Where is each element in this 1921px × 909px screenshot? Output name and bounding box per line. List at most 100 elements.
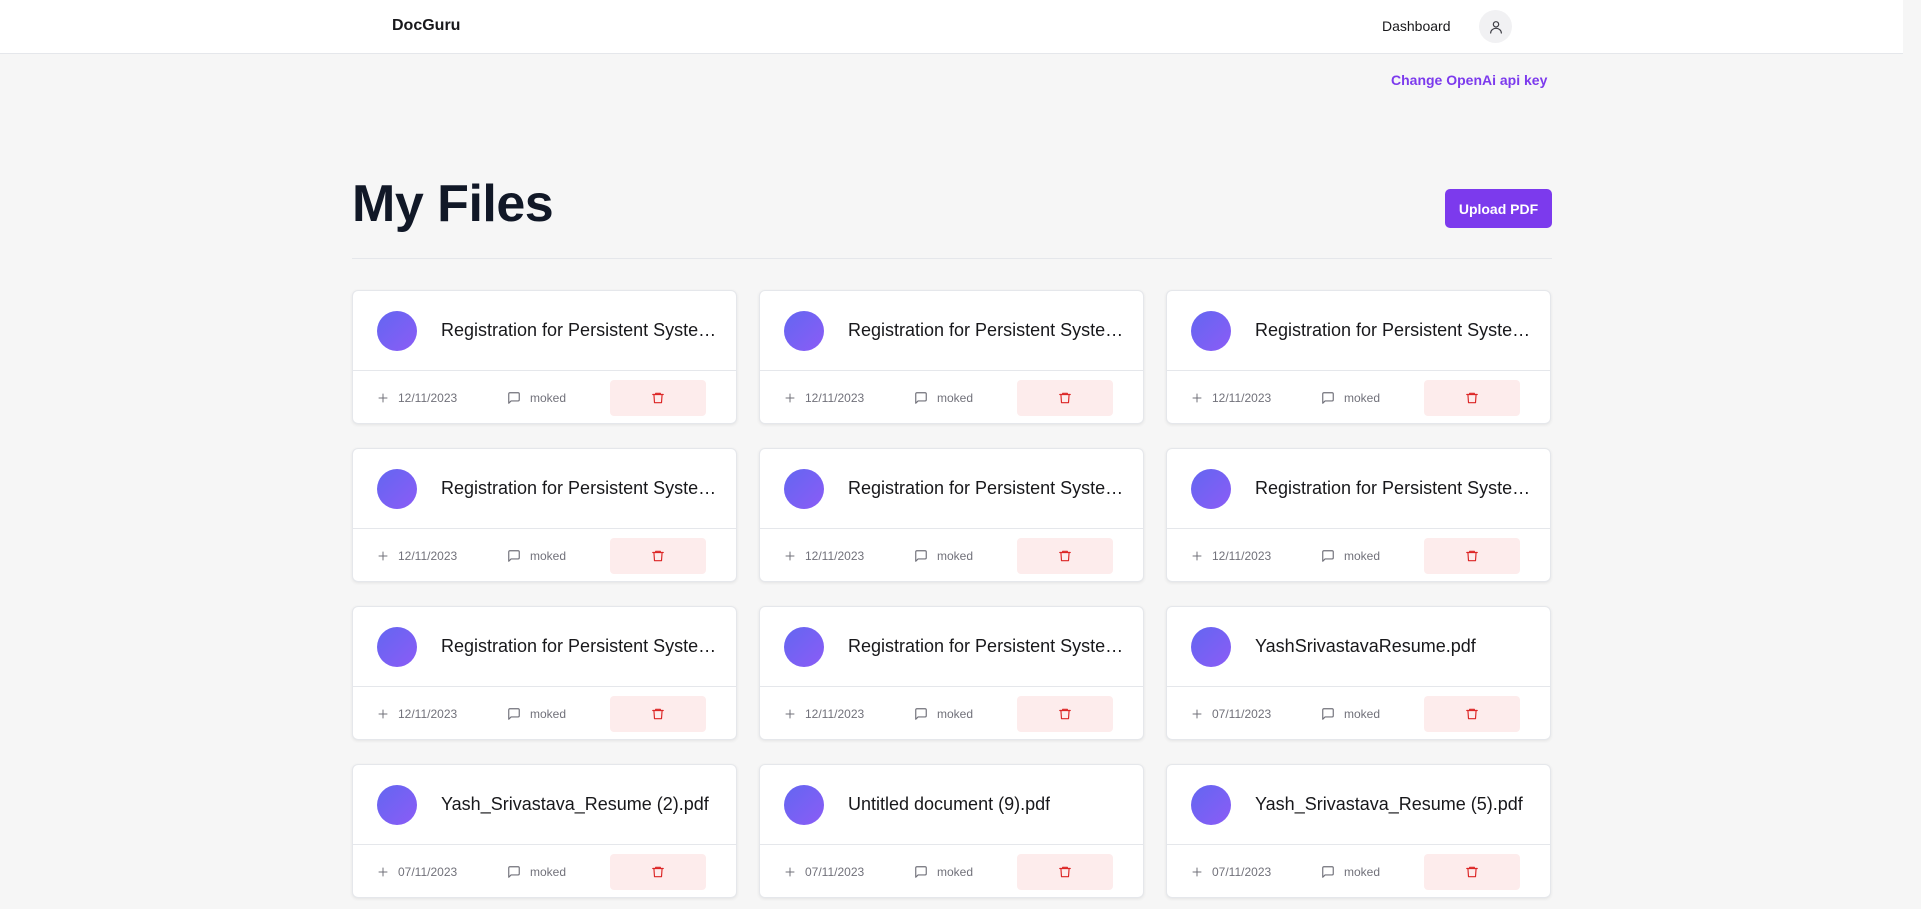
delete-file-button[interactable]: [610, 379, 706, 416]
file-card[interactable]: Registration for Persistent Systems.pdf …: [1166, 448, 1551, 582]
delete-file-button[interactable]: [1017, 379, 1113, 416]
plus-icon: [784, 392, 796, 404]
plus-icon: [784, 866, 796, 878]
message-square-icon: [914, 707, 928, 721]
dashboard-link[interactable]: Dashboard: [1382, 18, 1451, 34]
file-date-text: 12/11/2023: [1212, 390, 1272, 405]
file-card-footer: 12/11/2023 moked: [1167, 371, 1550, 423]
file-date: 12/11/2023: [1191, 549, 1321, 563]
file-avatar: [784, 784, 824, 825]
file-card[interactable]: YashSrivastavaResume.pdf 07/11/2023 moke…: [1166, 606, 1551, 740]
file-card[interactable]: Registration for Persistent Systems.pdf …: [352, 448, 737, 582]
message-square-icon: [507, 865, 521, 879]
file-chat-text: moked: [530, 548, 567, 563]
file-chat: moked: [507, 865, 610, 879]
delete-file-button[interactable]: [1424, 379, 1520, 416]
brand-logo-text[interactable]: DocGuru: [392, 17, 460, 35]
delete-file-button[interactable]: [1424, 537, 1520, 574]
delete-file-button[interactable]: [1424, 695, 1520, 732]
file-card-header[interactable]: Registration for Persistent Systems.pdf: [760, 449, 1143, 529]
message-square-icon: [1321, 391, 1335, 405]
file-card-header[interactable]: Registration for Persistent Systems.pdf: [760, 291, 1143, 371]
file-card-header[interactable]: Registration for Persistent Systems.pdf: [353, 449, 736, 529]
file-name[interactable]: Registration for Persistent Systems.pdf: [441, 636, 723, 657]
user-avatar-button[interactable]: [1479, 10, 1512, 43]
file-grid: Registration for Persistent Systems.pdf …: [352, 290, 1552, 898]
delete-file-button[interactable]: [1017, 853, 1113, 890]
file-avatar: [784, 310, 824, 351]
file-card-header[interactable]: Yash_Srivastava_Resume (5).pdf: [1167, 765, 1550, 845]
file-date-text: 12/11/2023: [805, 706, 865, 721]
plus-icon: [1191, 708, 1203, 720]
message-square-icon: [507, 707, 521, 721]
file-card-header[interactable]: Registration for Persistent Systems.pdf: [1167, 449, 1550, 529]
file-card-header[interactable]: Yash_Srivastava_Resume (2).pdf: [353, 765, 736, 845]
file-card[interactable]: Yash_Srivastava_Resume (5).pdf 07/11/202…: [1166, 764, 1551, 898]
file-chat: moked: [507, 707, 610, 721]
file-date: 12/11/2023: [784, 549, 914, 563]
delete-file-button[interactable]: [610, 695, 706, 732]
plus-icon: [377, 866, 389, 878]
file-card[interactable]: Registration for Persistent Systems.pdf …: [759, 606, 1144, 740]
file-name[interactable]: Registration for Persistent Systems.pdf: [441, 478, 723, 499]
delete-file-button[interactable]: [1424, 853, 1520, 890]
file-name[interactable]: Registration for Persistent Systems.pdf: [1255, 478, 1537, 499]
file-avatar: [1191, 310, 1231, 351]
message-square-icon: [1321, 865, 1335, 879]
file-avatar: [377, 784, 417, 825]
file-name[interactable]: Untitled document (9).pdf: [848, 794, 1050, 815]
upload-pdf-button[interactable]: Upload PDF: [1445, 189, 1552, 228]
file-card[interactable]: Yash_Srivastava_Resume (2).pdf 07/11/202…: [352, 764, 737, 898]
file-name[interactable]: Registration for Persistent Systems.pdf: [441, 320, 723, 341]
file-card-footer: 12/11/2023 moked: [760, 371, 1143, 423]
file-card[interactable]: Registration for Persistent Systems.pdf …: [352, 290, 737, 424]
file-card-header[interactable]: Untitled document (9).pdf: [760, 765, 1143, 845]
file-card[interactable]: Registration for Persistent Systems.pdf …: [352, 606, 737, 740]
file-card-header[interactable]: Registration for Persistent Systems.pdf: [760, 607, 1143, 687]
file-name[interactable]: Yash_Srivastava_Resume (5).pdf: [1255, 794, 1523, 815]
file-chat: moked: [914, 865, 1017, 879]
file-date-text: 12/11/2023: [398, 706, 458, 721]
trash-icon: [1465, 391, 1479, 405]
file-card-header[interactable]: Registration for Persistent Systems.pdf: [353, 607, 736, 687]
file-card-footer: 12/11/2023 moked: [1167, 529, 1550, 581]
page-title: My Files: [352, 175, 554, 233]
file-date-text: 12/11/2023: [398, 390, 458, 405]
delete-file-button[interactable]: [1017, 695, 1113, 732]
file-chat-text: moked: [530, 864, 567, 879]
file-card[interactable]: Registration for Persistent Systems.pdf …: [1166, 290, 1551, 424]
file-card-header[interactable]: YashSrivastavaResume.pdf: [1167, 607, 1550, 687]
file-name[interactable]: Registration for Persistent Systems.pdf: [1255, 320, 1537, 341]
file-card[interactable]: Untitled document (9).pdf 07/11/2023 mok…: [759, 764, 1144, 898]
file-card-footer: 12/11/2023 moked: [353, 687, 736, 739]
file-chat-text: moked: [530, 390, 567, 405]
message-square-icon: [914, 391, 928, 405]
file-name[interactable]: Registration for Persistent Systems.pdf: [848, 478, 1130, 499]
file-name[interactable]: Registration for Persistent Systems.pdf: [848, 320, 1130, 341]
file-avatar: [377, 310, 417, 351]
file-chat: moked: [914, 707, 1017, 721]
file-card[interactable]: Registration for Persistent Systems.pdf …: [759, 290, 1144, 424]
file-card-footer: 12/11/2023 moked: [760, 687, 1143, 739]
file-chat-text: moked: [937, 390, 974, 405]
file-chat: moked: [914, 549, 1017, 563]
delete-file-button[interactable]: [610, 853, 706, 890]
file-name[interactable]: Yash_Srivastava_Resume (2).pdf: [441, 794, 709, 815]
file-card-header[interactable]: Registration for Persistent Systems.pdf: [1167, 291, 1550, 371]
file-card[interactable]: Registration for Persistent Systems.pdf …: [759, 448, 1144, 582]
file-chat-text: moked: [937, 864, 974, 879]
file-card-header[interactable]: Registration for Persistent Systems.pdf: [353, 291, 736, 371]
file-date-text: 07/11/2023: [805, 864, 865, 879]
file-name[interactable]: YashSrivastavaResume.pdf: [1255, 636, 1476, 657]
message-square-icon: [507, 549, 521, 563]
file-chat-text: moked: [1344, 864, 1381, 879]
delete-file-button[interactable]: [610, 537, 706, 574]
delete-file-button[interactable]: [1017, 537, 1113, 574]
file-date: 12/11/2023: [784, 391, 914, 405]
change-api-key-link[interactable]: Change OpenAi api key: [1391, 72, 1547, 88]
trash-icon: [1058, 391, 1072, 405]
message-square-icon: [1321, 549, 1335, 563]
file-name[interactable]: Registration for Persistent Systems.pdf: [848, 636, 1130, 657]
file-chat-text: moked: [937, 548, 974, 563]
plus-icon: [377, 392, 389, 404]
